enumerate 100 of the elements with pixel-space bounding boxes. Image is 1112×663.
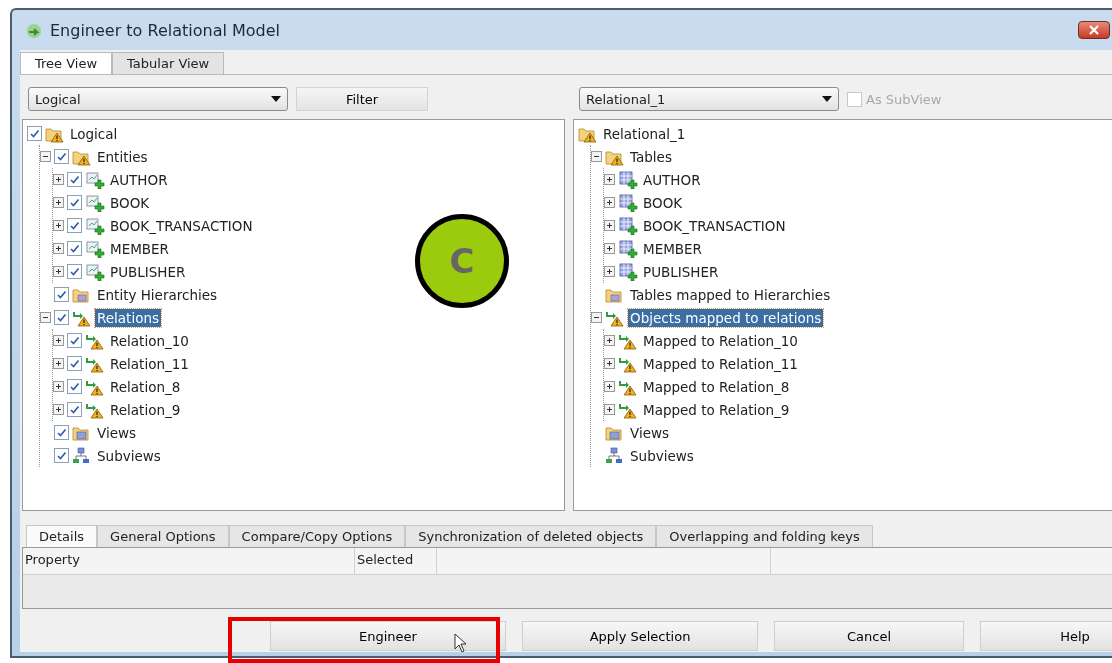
tree-item[interactable]: BOOK_TRANSACTION (641, 216, 788, 235)
tree-item[interactable]: Relation_9 (108, 400, 183, 419)
checkbox[interactable] (67, 218, 82, 233)
dropdown-arrow-icon (822, 96, 832, 102)
checkmark-icon (69, 404, 80, 415)
dropdown-arrow-icon (271, 96, 281, 102)
model-dropdown[interactable]: Logical (28, 87, 288, 111)
collapse-icon[interactable] (591, 151, 602, 162)
filter-button[interactable]: Filter (296, 87, 428, 111)
dialog-button[interactable]: Engineer (270, 621, 506, 651)
tree-item[interactable]: MEMBER (641, 239, 704, 258)
entity-add-icon (85, 193, 105, 212)
expand-icon[interactable] (53, 381, 64, 392)
checkbox[interactable] (54, 425, 69, 440)
expand-icon[interactable] (53, 335, 64, 346)
checkbox[interactable] (54, 287, 69, 302)
tree-item[interactable]: Subviews (628, 446, 696, 465)
checkbox[interactable] (67, 195, 82, 210)
model-dropdown[interactable]: Relational_1 (579, 87, 839, 111)
tree-item[interactable]: Entities (95, 147, 150, 166)
tree-item[interactable]: Tables mapped to Hierarchies (628, 285, 833, 304)
entity-add-icon (85, 170, 105, 189)
checkbox[interactable] (67, 333, 82, 348)
tree-item[interactable]: Mapped to Relation_11 (641, 354, 800, 373)
tree-item[interactable]: PUBLISHER (641, 262, 721, 281)
dialog-button[interactable]: Apply Selection (522, 621, 758, 651)
checkmark-icon (69, 197, 80, 208)
tree-item[interactable]: Subviews (95, 446, 163, 465)
checkbox[interactable] (27, 126, 42, 141)
checkbox[interactable] (67, 379, 82, 394)
tree-item[interactable]: Views (95, 423, 139, 442)
expand-icon[interactable] (53, 243, 64, 254)
checkbox[interactable] (54, 310, 69, 325)
expand-icon[interactable] (604, 358, 615, 369)
checkmark-icon (56, 450, 67, 461)
collapse-icon[interactable] (40, 312, 51, 323)
entity-add-icon (85, 262, 105, 281)
expand-icon[interactable] (604, 404, 615, 415)
tree-item[interactable]: Relations (95, 308, 161, 327)
expand-icon[interactable] (604, 381, 615, 392)
checkbox[interactable] (54, 448, 69, 463)
table-add-icon (618, 262, 638, 281)
tab[interactable]: Tree View (20, 52, 113, 74)
tree-item[interactable]: Relation_10 (108, 331, 191, 350)
expand-icon[interactable] (53, 266, 64, 277)
expand-icon[interactable] (53, 404, 64, 415)
checkbox[interactable] (67, 241, 82, 256)
tab[interactable]: Details (26, 525, 98, 547)
checkbox[interactable] (54, 149, 69, 164)
tree-item[interactable]: Tables (628, 147, 674, 166)
checkbox[interactable] (67, 402, 82, 417)
expand-icon[interactable] (604, 220, 615, 231)
tab[interactable]: General Options (97, 525, 229, 547)
tree-item[interactable]: Mapped to Relation_8 (641, 377, 792, 396)
tree-item[interactable]: Logical (68, 124, 120, 143)
expand-icon[interactable] (53, 220, 64, 231)
checkbox[interactable] (67, 172, 82, 187)
dialog-button[interactable]: Help (980, 621, 1112, 651)
tree-item[interactable]: Relation_11 (108, 354, 191, 373)
tree-item[interactable]: AUTHOR (108, 170, 170, 189)
subviews-icon (605, 446, 625, 465)
window-title: Engineer to Relational Model (50, 20, 280, 40)
checkmark-icon (69, 174, 80, 185)
tree-item[interactable]: BOOK (108, 193, 152, 212)
checkbox[interactable] (67, 264, 82, 279)
expand-icon[interactable] (604, 197, 615, 208)
expand-icon[interactable] (604, 174, 615, 185)
entity-add-icon (85, 239, 105, 258)
checkbox[interactable] (67, 356, 82, 371)
collapse-icon[interactable] (591, 312, 602, 323)
tree-item[interactable]: AUTHOR (641, 170, 703, 189)
expand-icon[interactable] (53, 197, 64, 208)
checkmark-icon (56, 151, 67, 162)
expand-icon[interactable] (604, 335, 615, 346)
tree-item[interactable]: Relational_1 (601, 124, 688, 143)
checkbox-label: As SubView (866, 91, 942, 107)
tree-item[interactable]: Entity Hierarchies (95, 285, 220, 304)
expand-icon[interactable] (604, 266, 615, 277)
tree-item[interactable]: BOOK_TRANSACTION (108, 216, 255, 235)
expand-icon[interactable] (604, 243, 615, 254)
tree-item[interactable]: Views (628, 423, 672, 442)
tab[interactable]: Overlapping and folding keys (656, 525, 873, 547)
close-icon (1088, 25, 1100, 35)
tree-item[interactable]: Mapped to Relation_10 (641, 331, 800, 350)
close-button[interactable] (1078, 21, 1110, 39)
checkmark-icon (69, 358, 80, 369)
tree-item[interactable]: PUBLISHER (108, 262, 188, 281)
tab[interactable]: Tabular View (112, 52, 225, 74)
cursor-icon (454, 633, 468, 653)
tree-item[interactable]: Mapped to Relation_9 (641, 400, 792, 419)
tab[interactable]: Synchronization of deleted objects (405, 525, 657, 547)
tree-item[interactable]: Objects mapped to relations (628, 308, 824, 327)
tree-item[interactable]: MEMBER (108, 239, 171, 258)
tab[interactable]: Compare/Copy Options (228, 525, 406, 547)
tree-item[interactable]: Relation_8 (108, 377, 183, 396)
expand-icon[interactable] (53, 174, 64, 185)
tree-item[interactable]: BOOK (641, 193, 685, 212)
expand-icon[interactable] (53, 358, 64, 369)
dialog-button[interactable]: Cancel (774, 621, 964, 651)
collapse-icon[interactable] (40, 151, 51, 162)
